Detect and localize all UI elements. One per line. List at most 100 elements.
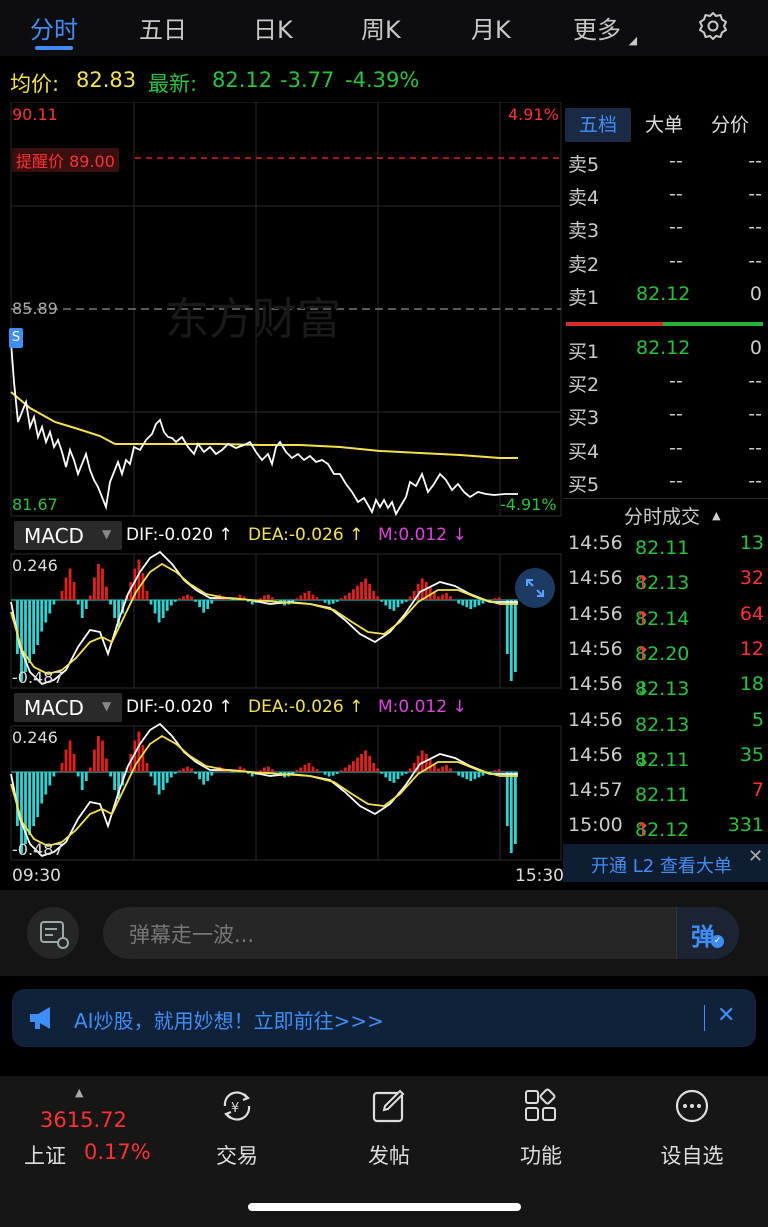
bid-price: -- xyxy=(669,469,683,492)
trade-direction-arrow-icon: ↑ xyxy=(635,572,651,595)
bid-row[interactable]: 买2 -- -- xyxy=(563,366,768,399)
macd-histogram-bar xyxy=(206,772,210,781)
tab-five-levels[interactable]: 五档 xyxy=(565,108,631,142)
macd-histogram-bar xyxy=(339,598,343,600)
price-axis-max: 90.11 xyxy=(12,105,58,124)
trade-row[interactable]: 14:56 82.13 ↑ 32 xyxy=(563,562,768,597)
bid-row[interactable]: 买5 -- -- xyxy=(563,466,768,499)
settings-gear-icon[interactable] xyxy=(697,10,729,42)
macd1-dea: DEA:-0.026 ↑ xyxy=(248,525,364,545)
macd-histogram-bar xyxy=(307,763,311,772)
close-icon[interactable]: ✕ xyxy=(748,846,763,867)
macd-histogram-bar xyxy=(32,772,35,826)
ask-volume: -- xyxy=(748,249,762,272)
ask-row[interactable]: 卖1 82.12 0 xyxy=(563,279,768,312)
up-triangle-icon: ▲ xyxy=(75,1086,84,1099)
ask-row[interactable]: 卖2 -- -- xyxy=(563,246,768,279)
macd-histogram-bar xyxy=(396,772,400,780)
macd-histogram-bar xyxy=(372,763,376,772)
tab-more[interactable]: 更多 ◢ xyxy=(573,10,637,47)
macd-histogram-bar xyxy=(514,772,517,844)
trade-direction-arrow-icon: ↓ xyxy=(635,678,651,701)
tab-monthly-k[interactable]: 月K xyxy=(471,10,511,45)
fullscreen-expand-button[interactable] xyxy=(515,568,555,608)
bid-row[interactable]: 买1 82.12 0 xyxy=(563,333,768,366)
ai-promo-banner[interactable]: AI炒股，就用妙想！立即前往>>> ✕ xyxy=(12,989,756,1047)
bottom-nav: ▲ 3615.72 上证 0.17% ¥ 交易 发帖 功能 设自选 xyxy=(0,1076,768,1227)
macd-histogram-bar xyxy=(356,585,359,600)
macd-histogram-bar xyxy=(400,600,404,604)
alert-price-tag[interactable]: 提醒价 89.00 xyxy=(12,148,119,172)
intraday-chart-area[interactable]: 东方财富 90.11 4.91% 提醒价 89.00 85.89 S 81.67… xyxy=(0,102,564,888)
trade-row[interactable]: 14:56 82.13 ↓ 18 xyxy=(563,668,768,703)
trade-volume: 331 xyxy=(727,814,764,837)
bid-volume: -- xyxy=(748,436,762,459)
tab-price-distribution[interactable]: 分价 xyxy=(697,108,763,142)
macd-histogram-bar xyxy=(182,768,185,772)
macd-histogram-bar xyxy=(80,600,84,618)
trade-row[interactable]: 14:56 82.20 ↑ 12 xyxy=(563,633,768,668)
macd-histogram-bar xyxy=(40,600,44,632)
trade-volume: 13 xyxy=(739,532,764,554)
tab-big-orders[interactable]: 大单 xyxy=(631,108,697,142)
tab-daily-k[interactable]: 日K xyxy=(253,10,293,45)
trade-direction-arrow-icon: ↑ xyxy=(635,819,651,842)
l2-upgrade-banner[interactable]: 开通 L2 查看大单 ✕ xyxy=(563,844,768,882)
trade-row[interactable]: 14:56 82.11 ↓ 35 xyxy=(563,739,768,774)
macd-histogram-bar xyxy=(153,600,157,614)
macd-histogram-bar xyxy=(32,600,35,654)
macd-selector-1[interactable]: MACD ▼ xyxy=(14,521,122,550)
trade-row[interactable]: 14:56 82.11 13 xyxy=(563,527,768,562)
chevron-down-icon: ▼ xyxy=(102,699,112,713)
macd-histogram-bar xyxy=(437,768,440,772)
macd-selector-2[interactable]: MACD ▼ xyxy=(14,693,122,722)
macd-histogram-bar xyxy=(441,594,444,600)
tab-five-day[interactable]: 五日 xyxy=(139,10,187,45)
trade-row[interactable]: 14:57 82.11 7 xyxy=(563,774,768,809)
macd-histogram-bar xyxy=(323,600,327,603)
macd-histogram-bar xyxy=(68,740,72,772)
trade-row[interactable]: 14:56 82.13 5 xyxy=(563,704,768,739)
macd-histogram-bar xyxy=(384,772,388,778)
svg-text:¥: ¥ xyxy=(231,1101,239,1116)
sell-marker-badge[interactable]: S xyxy=(9,328,23,348)
bid-price: 82.12 xyxy=(636,337,691,359)
macd-histogram-bar xyxy=(461,772,465,778)
ask-row[interactable]: 卖5 -- -- xyxy=(563,146,768,179)
bid-row[interactable]: 买4 -- -- xyxy=(563,433,768,466)
danmu-settings-button[interactable] xyxy=(27,907,79,959)
trade-row[interactable]: 14:56 82.14 ↑ 64 xyxy=(563,598,768,633)
macd-histogram-bar xyxy=(44,772,48,795)
danmu-toggle-button[interactable]: 弹 ✓ xyxy=(676,907,739,959)
trade-row[interactable]: 15:00 82.12 ↑ 331 xyxy=(563,809,768,844)
macd-histogram-bar xyxy=(149,600,153,605)
macd-histogram-bar xyxy=(210,600,214,604)
ask-row[interactable]: 卖4 -- -- xyxy=(563,179,768,212)
macd-histogram-bar xyxy=(157,772,161,795)
trade-time: 15:00 xyxy=(568,814,623,837)
macd-histogram-bar xyxy=(165,772,169,783)
bid-row[interactable]: 买3 -- -- xyxy=(563,399,768,432)
macd-histogram-bar xyxy=(271,597,274,600)
trade-volume: 32 xyxy=(739,567,764,590)
close-icon[interactable]: ✕ xyxy=(717,1003,735,1028)
macd-histogram-bar xyxy=(202,600,206,613)
tab-intraday[interactable]: 分时 xyxy=(30,10,78,45)
trade-volume: 18 xyxy=(739,673,764,696)
period-tab-bar: 分时 五日 日K 周K 月K 更多 ◢ xyxy=(0,0,768,56)
macd-histogram-bar xyxy=(36,600,40,645)
macd-histogram-bar xyxy=(327,772,331,777)
trade-time: 14:56 xyxy=(568,673,623,696)
macd-histogram-bar xyxy=(97,564,100,600)
danmu-input[interactable]: 弹幕走一波... 弹 ✓ xyxy=(103,907,739,959)
macd-histogram-bar xyxy=(360,754,363,772)
macd-histogram-bar xyxy=(348,764,351,772)
macd-histogram-bar xyxy=(364,750,367,772)
macd-histogram-bar xyxy=(335,772,339,774)
trades-header[interactable]: 分时成交 ▲ xyxy=(624,502,721,529)
expand-arrows-icon xyxy=(526,579,544,597)
tab-weekly-k[interactable]: 周K xyxy=(361,10,401,45)
macd-histogram-bar xyxy=(48,772,52,786)
ask-volume: -- xyxy=(748,150,762,172)
ask-row[interactable]: 卖3 -- -- xyxy=(563,212,768,245)
